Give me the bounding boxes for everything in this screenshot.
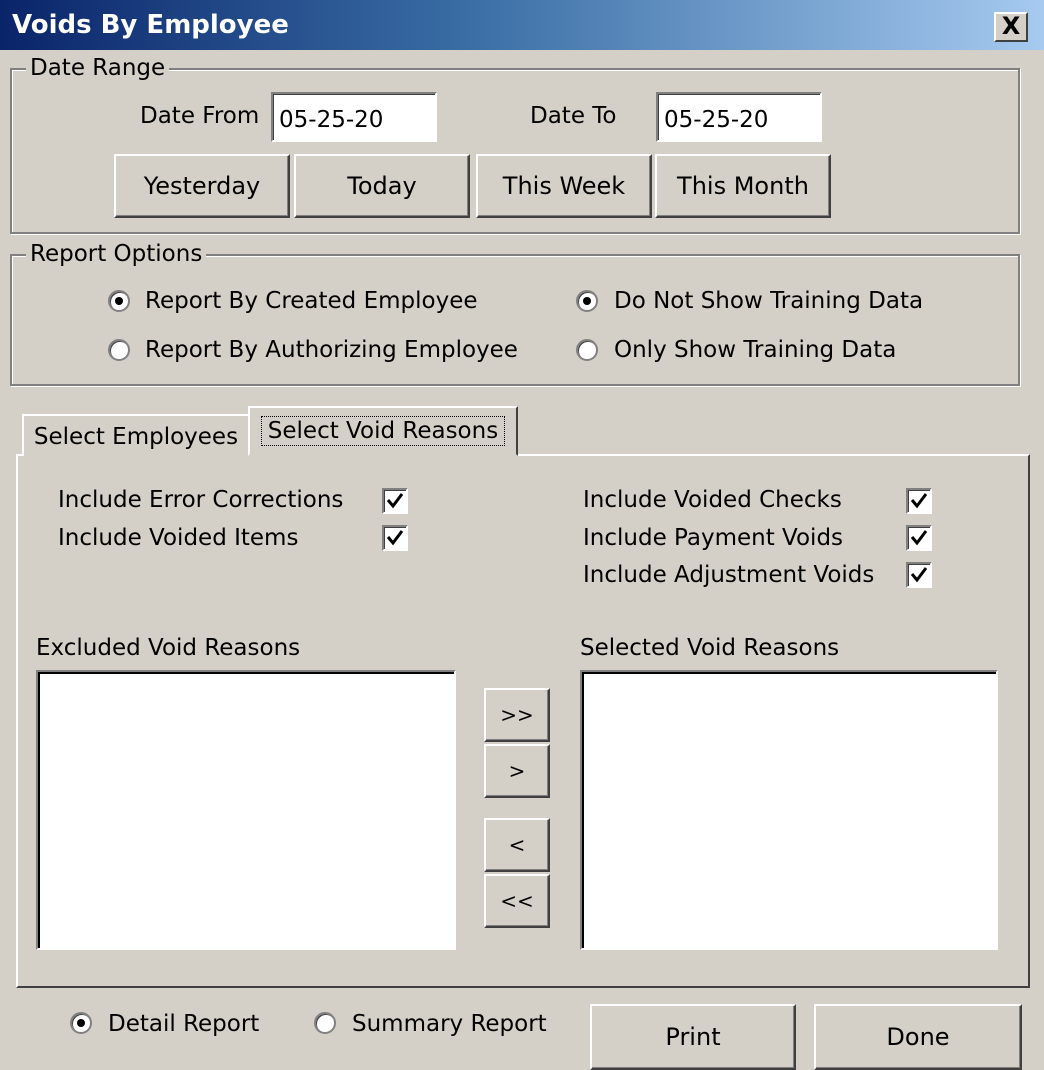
summary-report-label[interactable]: Summary Report <box>352 1010 547 1038</box>
only-show-training-radio[interactable] <box>576 339 598 361</box>
report-options-legend: Report Options <box>26 241 207 267</box>
this-month-button[interactable]: This Month <box>655 154 831 218</box>
include-voided-items-label[interactable]: Include Voided Items <box>58 524 298 552</box>
check-icon <box>386 530 404 546</box>
tab-select-void-reasons[interactable]: Select Void Reasons <box>248 406 518 456</box>
tab-select-void-reasons-label: Select Void Reasons <box>260 416 506 446</box>
report-by-created-radio[interactable] <box>108 290 130 312</box>
include-adjustment-voids-checkbox[interactable] <box>906 562 932 588</box>
date-from-input[interactable] <box>271 92 437 142</box>
report-options-group <box>10 254 1020 386</box>
report-by-created-label[interactable]: Report By Created Employee <box>145 287 478 315</box>
window-title: Voids By Employee <box>12 10 289 40</box>
include-voided-items-checkbox[interactable] <box>382 525 408 551</box>
move-all-right-button[interactable]: >> <box>484 688 550 742</box>
today-button[interactable]: Today <box>294 154 470 218</box>
include-error-corrections-checkbox[interactable] <box>382 488 408 514</box>
include-error-corrections-label[interactable]: Include Error Corrections <box>58 486 343 514</box>
report-by-authorizing-label[interactable]: Report By Authorizing Employee <box>145 336 518 364</box>
done-button[interactable]: Done <box>814 1004 1022 1070</box>
do-not-show-training-label[interactable]: Do Not Show Training Data <box>614 287 923 315</box>
include-payment-voids-label[interactable]: Include Payment Voids <box>583 524 843 552</box>
print-button[interactable]: Print <box>590 1004 796 1070</box>
detail-report-radio[interactable] <box>70 1012 92 1034</box>
do-not-show-training-radio[interactable] <box>576 290 598 312</box>
close-button[interactable]: X <box>994 12 1028 42</box>
include-adjustment-voids-label[interactable]: Include Adjustment Voids <box>583 561 874 589</box>
selected-void-reasons-label: Selected Void Reasons <box>580 635 840 661</box>
date-from-label: Date From <box>140 103 260 129</box>
summary-report-radio[interactable] <box>314 1012 336 1034</box>
yesterday-button[interactable]: Yesterday <box>114 154 290 218</box>
move-left-button[interactable]: < <box>484 818 550 872</box>
include-voided-checks-checkbox[interactable] <box>906 488 932 514</box>
date-to-input[interactable] <box>656 92 822 142</box>
tab-select-employees[interactable]: Select Employees <box>22 414 250 456</box>
include-payment-voids-checkbox[interactable] <box>906 525 932 551</box>
detail-report-label[interactable]: Detail Report <box>108 1010 259 1038</box>
only-show-training-label[interactable]: Only Show Training Data <box>614 336 896 364</box>
move-right-button[interactable]: > <box>484 744 550 798</box>
date-range-legend: Date Range <box>26 55 170 81</box>
check-icon <box>910 493 928 509</box>
report-by-authorizing-radio[interactable] <box>108 339 130 361</box>
date-to-label: Date To <box>530 103 617 129</box>
excluded-void-reasons-label: Excluded Void Reasons <box>36 635 301 661</box>
check-icon <box>910 567 928 583</box>
check-icon <box>910 530 928 546</box>
selected-void-reasons-list[interactable] <box>580 670 998 950</box>
excluded-void-reasons-list[interactable] <box>36 670 456 950</box>
move-all-left-button[interactable]: << <box>484 874 550 928</box>
check-icon <box>386 493 404 509</box>
this-week-button[interactable]: This Week <box>476 154 652 218</box>
include-voided-checks-label[interactable]: Include Voided Checks <box>583 486 842 514</box>
